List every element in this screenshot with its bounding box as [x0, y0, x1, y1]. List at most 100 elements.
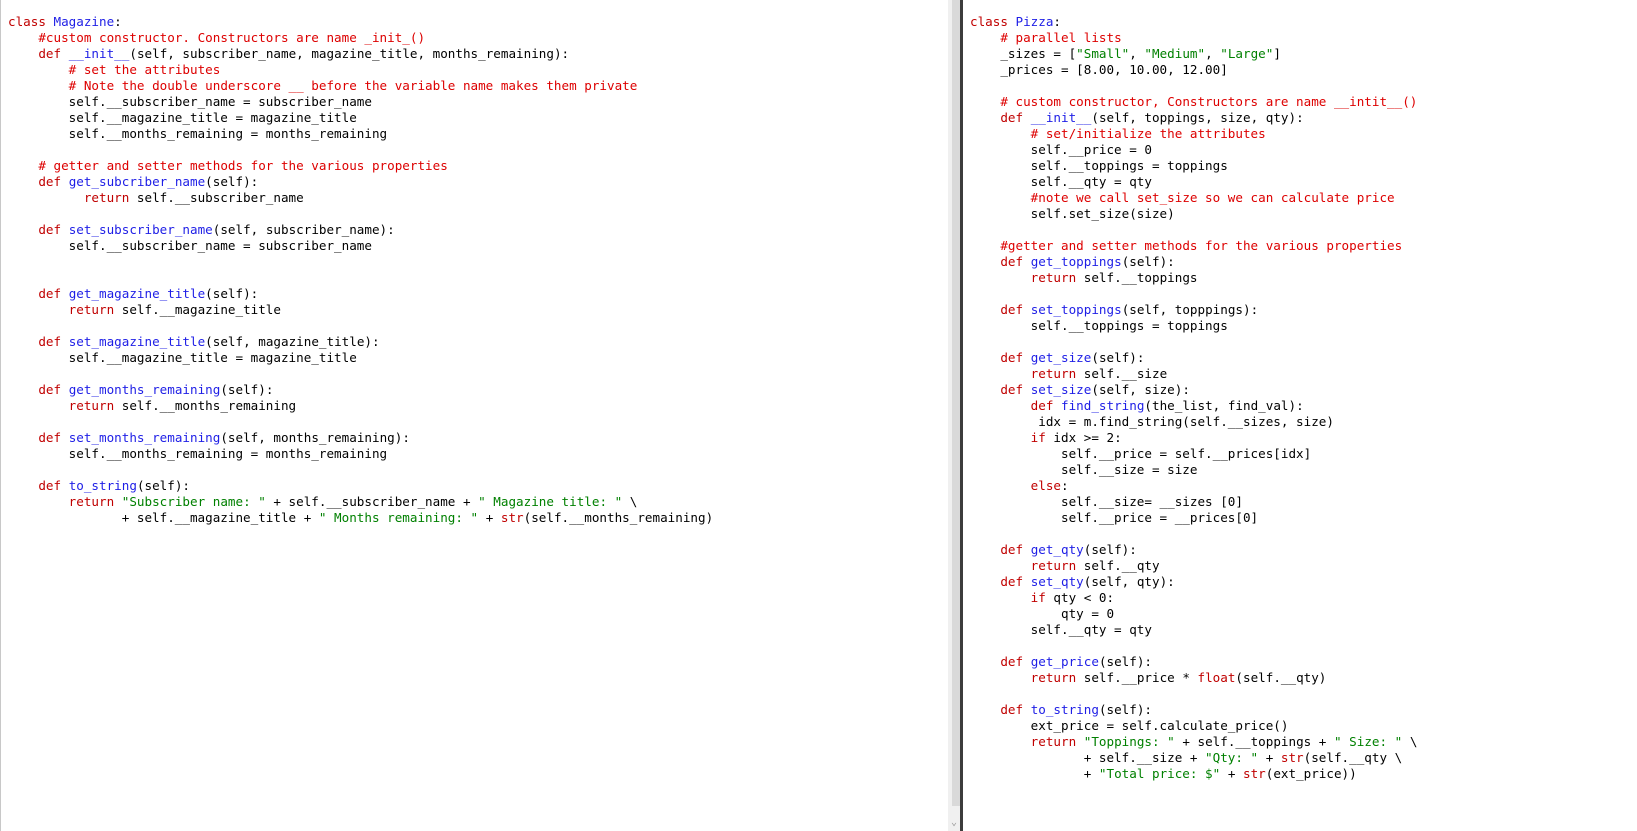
code-line[interactable]: self.__size= __sizes [0]	[970, 494, 1417, 510]
code-line[interactable]: self.set_size(size)	[970, 206, 1417, 222]
code-line[interactable]	[8, 206, 713, 222]
code-line[interactable]	[970, 526, 1417, 542]
code-line[interactable]: def to_string(self):	[8, 478, 713, 494]
code-token: return	[83, 190, 137, 205]
code-line[interactable]: self.__price = self.__prices[idx]	[970, 446, 1417, 462]
code-line[interactable]: if idx >= 2:	[970, 430, 1417, 446]
code-line[interactable]: def get_toppings(self):	[970, 254, 1417, 270]
code-token: def	[1000, 350, 1031, 365]
code-line[interactable]: self.__size = size	[970, 462, 1417, 478]
code-line[interactable]: self.__toppings = toppings	[970, 318, 1417, 334]
magazine-code[interactable]: class Magazine: #custom constructor. Con…	[8, 14, 713, 526]
code-line[interactable]: def set_toppings(self, topppings):	[970, 302, 1417, 318]
code-line[interactable]: self.__toppings = toppings	[970, 158, 1417, 174]
code-line[interactable]: return self.__size	[970, 366, 1417, 382]
code-line[interactable]: def __init__(self, toppings, size, qty):	[970, 110, 1417, 126]
code-line[interactable]: class Pizza:	[970, 14, 1417, 30]
code-line[interactable]: + self.__size + "Qty: " + str(self.__qty…	[970, 750, 1417, 766]
code-line[interactable]: def __init__(self, subscriber_name, maga…	[8, 46, 713, 62]
code-line[interactable]: def get_magazine_title(self):	[8, 286, 713, 302]
code-line[interactable]: return self.__toppings	[970, 270, 1417, 286]
code-line[interactable]: self.__months_remaining = months_remaini…	[8, 126, 713, 142]
code-line[interactable]: self.__price = 0	[970, 142, 1417, 158]
code-line[interactable]: #getter and setter methods for the vario…	[970, 238, 1417, 254]
code-line[interactable]: # Note the double underscore __ before t…	[8, 78, 713, 94]
code-line[interactable]: def find_string(the_list, find_val):	[970, 398, 1417, 414]
code-line[interactable]	[970, 286, 1417, 302]
code-line[interactable]	[970, 638, 1417, 654]
code-line[interactable]: return self.__subscriber_name	[8, 190, 713, 206]
code-line[interactable]: _prices = [8.00, 10.00, 12.00]	[970, 62, 1417, 78]
code-line[interactable]: def get_months_remaining(self):	[8, 382, 713, 398]
code-line[interactable]: return self.__qty	[970, 558, 1417, 574]
code-line[interactable]: self.__qty = qty	[970, 174, 1417, 190]
code-line[interactable]: self.__months_remaining = months_remaini…	[8, 446, 713, 462]
code-line[interactable]: #custom constructor. Constructors are na…	[8, 30, 713, 46]
code-line[interactable]: self.__subscriber_name = subscriber_name	[8, 94, 713, 110]
code-line[interactable]: #note we call set_size so we can calcula…	[970, 190, 1417, 206]
code-line[interactable]	[8, 462, 713, 478]
code-line[interactable]	[970, 334, 1417, 350]
code-line[interactable]: _sizes = ["Small", "Medium", "Large"]	[970, 46, 1417, 62]
code-token: self.__subscriber_name = subscriber_name	[8, 238, 372, 253]
code-token: (self, topppings):	[1121, 302, 1259, 317]
code-line[interactable]: self.__magazine_title = magazine_title	[8, 110, 713, 126]
code-line[interactable]: def get_price(self):	[970, 654, 1417, 670]
code-line[interactable]: class Magazine:	[8, 14, 713, 30]
code-line[interactable]: self.__magazine_title = magazine_title	[8, 350, 713, 366]
code-line[interactable]: def set_qty(self, qty):	[970, 574, 1417, 590]
pizza-code[interactable]: class Pizza: # parallel lists _sizes = […	[970, 14, 1417, 782]
code-line[interactable]: self.__subscriber_name = subscriber_name	[8, 238, 713, 254]
code-line[interactable]: # getter and setter methods for the vari…	[8, 158, 713, 174]
code-line[interactable]: def get_size(self):	[970, 350, 1417, 366]
code-line[interactable]	[8, 142, 713, 158]
code-line[interactable]: # custom constructor, Constructors are n…	[970, 94, 1417, 110]
code-line[interactable]	[8, 254, 713, 270]
code-line[interactable]: # parallel lists	[970, 30, 1417, 46]
code-line[interactable]: self.__price = __prices[0]	[970, 510, 1417, 526]
code-line[interactable]: return self.__months_remaining	[8, 398, 713, 414]
code-token: return	[68, 302, 122, 317]
code-line[interactable]: def to_string(self):	[970, 702, 1417, 718]
code-token: +	[478, 510, 501, 525]
code-line[interactable]: qty = 0	[970, 606, 1417, 622]
code-line[interactable]: + "Total price: $" + str(ext_price))	[970, 766, 1417, 782]
chevron-down-icon[interactable]: ⌄	[951, 817, 957, 829]
code-token: self.__size= __sizes [0]	[970, 494, 1243, 509]
code-line[interactable]	[970, 686, 1417, 702]
code-line[interactable]: ext_price = self.calculate_price()	[970, 718, 1417, 734]
code-line[interactable]	[8, 318, 713, 334]
code-token: :	[114, 14, 122, 29]
scrollbar-track[interactable]	[952, 0, 960, 806]
code-line[interactable]: def set_months_remaining(self, months_re…	[8, 430, 713, 446]
code-line[interactable]	[8, 366, 713, 382]
code-line[interactable]: + self.__magazine_title + " Months remai…	[8, 510, 713, 526]
code-token: __init__	[1030, 110, 1092, 125]
code-line[interactable]	[8, 270, 713, 286]
code-line[interactable]	[970, 78, 1417, 94]
code-line[interactable]	[8, 414, 713, 430]
code-token: self.__toppings = toppings	[970, 318, 1228, 333]
code-line[interactable]	[970, 222, 1417, 238]
code-line[interactable]: # set/initialize the attributes	[970, 126, 1417, 142]
code-line[interactable]: else:	[970, 478, 1417, 494]
code-line[interactable]: return "Subscriber name: " + self.__subs…	[8, 494, 713, 510]
code-line[interactable]: if qty < 0:	[970, 590, 1417, 606]
magazine-editor-pane[interactable]: class Magazine: #custom constructor. Con…	[0, 0, 949, 831]
code-line[interactable]: def set_magazine_title(self, magazine_ti…	[8, 334, 713, 350]
code-line[interactable]: # set the attributes	[8, 62, 713, 78]
code-line[interactable]: return self.__price * float(self.__qty)	[970, 670, 1417, 686]
code-line[interactable]: self.__qty = qty	[970, 622, 1417, 638]
code-line[interactable]: return "Toppings: " + self.__toppings + …	[970, 734, 1418, 750]
code-line[interactable]: idx = m.find_string(self.__sizes, size)	[970, 414, 1417, 430]
code-line[interactable]: def get_subcriber_name(self):	[8, 174, 713, 190]
code-line[interactable]: def set_subscriber_name(self, subscriber…	[8, 222, 713, 238]
code-line[interactable]: def set_size(self, size):	[970, 382, 1417, 398]
pizza-editor-pane[interactable]: class Pizza: # parallel lists _sizes = […	[963, 0, 1637, 831]
code-line[interactable]: return self.__magazine_title	[8, 302, 713, 318]
code-line[interactable]: def get_qty(self):	[970, 542, 1417, 558]
